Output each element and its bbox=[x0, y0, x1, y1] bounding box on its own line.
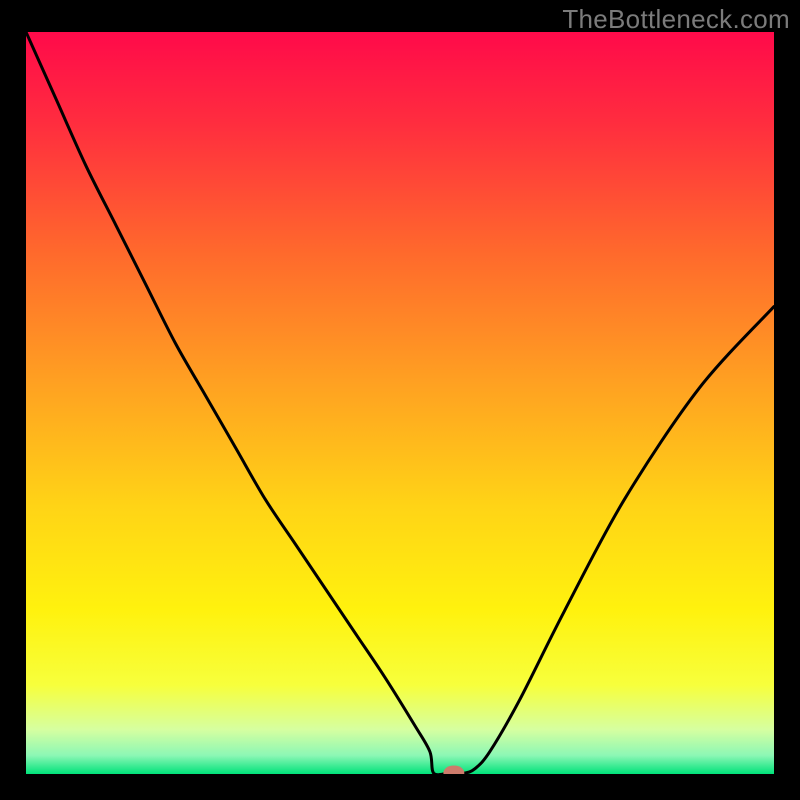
watermark-text: TheBottleneck.com bbox=[562, 4, 790, 35]
chart-svg bbox=[26, 32, 774, 774]
chart-frame: TheBottleneck.com bbox=[0, 0, 800, 800]
plot-area bbox=[26, 32, 774, 774]
gradient-background bbox=[26, 32, 774, 774]
